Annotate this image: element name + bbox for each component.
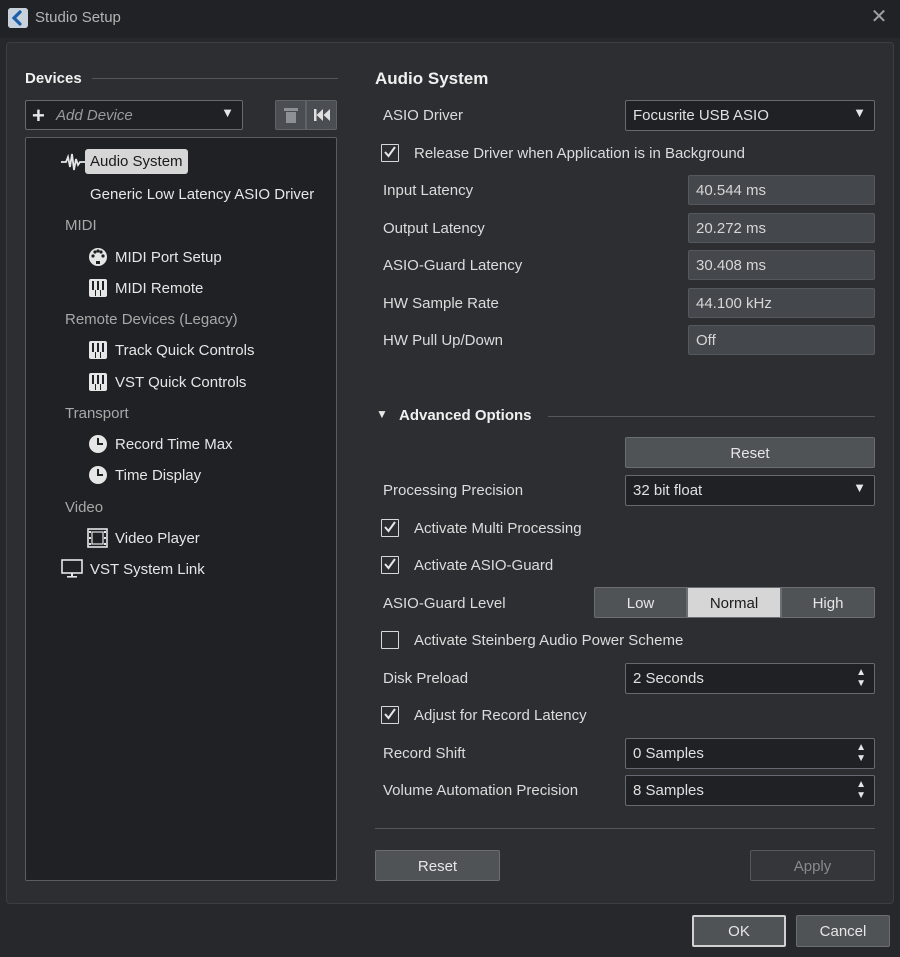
tree-item-audio-system[interactable]: Audio System: [85, 149, 188, 174]
release-driver-checkbox[interactable]: [381, 144, 399, 162]
reset-device-button[interactable]: [306, 100, 337, 130]
apply-button[interactable]: Apply: [750, 850, 875, 881]
asio-guard-checkbox[interactable]: [381, 556, 399, 574]
devices-heading: Devices: [25, 70, 82, 87]
film-icon: [87, 528, 108, 548]
spin-arrows-icon[interactable]: ▲ ▼: [856, 779, 866, 801]
asio-driver-dropdown[interactable]: Focusrite USB ASIO ▼: [625, 100, 875, 131]
cancel-button[interactable]: Cancel: [796, 915, 890, 947]
multi-processing-label: Activate Multi Processing: [414, 520, 582, 537]
close-icon[interactable]: ✕: [868, 6, 890, 28]
record-latency-checkbox[interactable]: [381, 706, 399, 724]
plus-icon: +: [32, 103, 45, 128]
trash-icon: [284, 108, 298, 123]
asio-guard-level-normal[interactable]: Normal: [687, 587, 781, 618]
asio-guard-label: Activate ASIO-Guard: [414, 557, 554, 574]
remove-device-button[interactable]: [275, 100, 306, 130]
advanced-reset-button[interactable]: Reset: [625, 437, 875, 468]
devices-divider: [92, 78, 338, 79]
tree-item-track-quick-controls[interactable]: Track Quick Controls: [115, 342, 254, 359]
keyboard-icon: [89, 373, 107, 391]
asio-guard-latency-label: ASIO-Guard Latency: [383, 257, 523, 274]
tree-item-time-display[interactable]: Time Display: [115, 467, 201, 484]
window-title: Studio Setup: [35, 9, 121, 26]
asio-guard-level-low[interactable]: Low: [594, 587, 687, 618]
disk-preload-stepper[interactable]: 2 Seconds ▲ ▼: [625, 663, 875, 694]
power-scheme-label: Activate Steinberg Audio Power Scheme: [414, 632, 684, 649]
output-latency-label: Output Latency: [383, 220, 485, 237]
record-shift-label: Record Shift: [383, 745, 466, 762]
disk-preload-label: Disk Preload: [383, 670, 469, 687]
checkmark-icon: [384, 708, 396, 720]
advanced-options-heading[interactable]: Advanced Options: [399, 407, 532, 424]
checkmark-icon: [384, 558, 396, 570]
multi-processing-checkbox[interactable]: [381, 519, 399, 537]
add-device-placeholder: Add Device: [56, 107, 133, 124]
tree-item-vst-quick-controls[interactable]: VST Quick Controls: [115, 374, 246, 391]
asio-driver-label: ASIO Driver: [383, 107, 464, 124]
tree-item-video-player[interactable]: Video Player: [115, 530, 200, 547]
asio-guard-level-label: ASIO-Guard Level: [383, 595, 506, 612]
chevron-down-icon: ▼: [853, 105, 866, 120]
tree-category-midi: MIDI: [65, 217, 97, 234]
processing-precision-dropdown[interactable]: 32 bit float ▼: [625, 475, 875, 506]
volume-precision-stepper[interactable]: 8 Samples ▲ ▼: [625, 775, 875, 806]
app-icon: [8, 8, 28, 28]
hw-pull-value: Off: [688, 325, 875, 355]
waveform-icon: [61, 153, 85, 171]
volume-precision-label: Volume Automation Precision: [383, 782, 579, 799]
title-bar: [0, 0, 900, 38]
tree-category-video: Video: [65, 499, 104, 516]
ok-button[interactable]: OK: [692, 915, 786, 947]
record-shift-stepper[interactable]: 0 Samples ▲ ▼: [625, 738, 875, 769]
hw-sample-rate-label: HW Sample Rate: [383, 295, 499, 312]
midi-port-icon: [89, 248, 107, 266]
record-latency-label: Adjust for Record Latency: [414, 707, 587, 724]
checkmark-icon: [384, 521, 396, 533]
footer-divider: [375, 828, 875, 829]
audio-system-heading: Audio System: [375, 69, 489, 88]
advanced-divider: [548, 416, 875, 417]
keyboard-icon: [89, 279, 107, 297]
tree-category-transport: Transport: [65, 405, 129, 422]
reset-button[interactable]: Reset: [375, 850, 500, 881]
spin-arrows-icon[interactable]: ▲ ▼: [856, 742, 866, 764]
chevron-down-icon: ▼: [221, 105, 234, 120]
tree-category-remote-devices: Remote Devices (Legacy): [65, 311, 238, 328]
tree-item-record-time-max[interactable]: Record Time Max: [115, 436, 233, 453]
collapse-triangle-icon[interactable]: ▼: [376, 407, 388, 421]
input-latency-label: Input Latency: [383, 182, 474, 199]
asio-guard-latency-value: 30.408 ms: [688, 250, 875, 280]
output-latency-value: 20.272 ms: [688, 213, 875, 243]
tree-item-midi-remote[interactable]: MIDI Remote: [115, 280, 203, 297]
tree-item-vst-system-link[interactable]: VST System Link: [90, 561, 205, 578]
processing-precision-label: Processing Precision: [383, 482, 524, 499]
checkmark-icon: [384, 146, 396, 158]
rewind-icon: [314, 109, 330, 121]
tree-item-midi-port-setup[interactable]: MIDI Port Setup: [115, 249, 222, 266]
hw-sample-rate-value: 44.100 kHz: [688, 288, 875, 318]
chevron-down-icon: ▼: [853, 480, 866, 495]
release-driver-label: Release Driver when Application is in Ba…: [414, 145, 746, 162]
keyboard-icon: [89, 341, 107, 359]
clock-icon: [89, 435, 107, 453]
asio-guard-level-high[interactable]: High: [781, 587, 875, 618]
clock-icon: [89, 466, 107, 484]
power-scheme-checkbox[interactable]: [381, 631, 399, 649]
input-latency-value: 40.544 ms: [688, 175, 875, 205]
hw-pull-label: HW Pull Up/Down: [383, 332, 504, 349]
add-device-dropdown[interactable]: + Add Device ▼: [25, 100, 243, 130]
monitor-icon: [61, 559, 83, 578]
spin-arrows-icon[interactable]: ▲ ▼: [856, 667, 866, 689]
tree-item-generic-driver[interactable]: Generic Low Latency ASIO Driver: [90, 186, 314, 203]
